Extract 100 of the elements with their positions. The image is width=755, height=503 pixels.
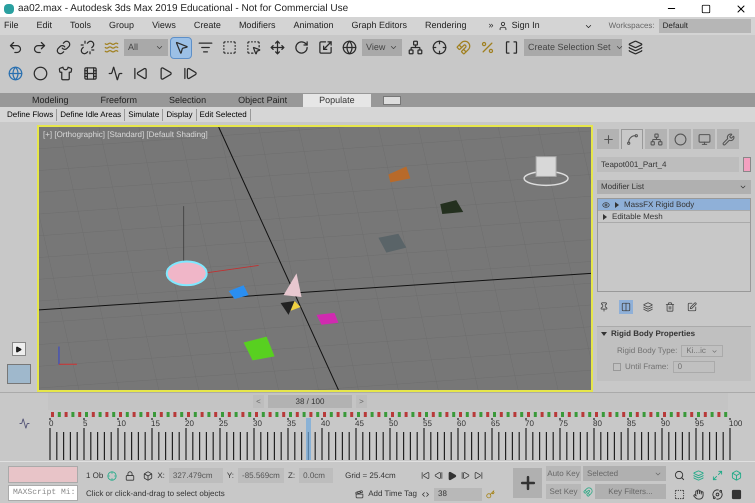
previous-frame-button[interactable]: < xyxy=(253,395,264,408)
scale-icon xyxy=(318,40,332,55)
menu-item[interactable]: Animation xyxy=(293,19,334,33)
ribbon-tab[interactable]: Populate xyxy=(303,94,371,107)
menu-item[interactable]: Rendering xyxy=(425,19,467,33)
maxscript-listener-field[interactable]: MAXScript Mi: xyxy=(8,485,78,501)
menu-item[interactable]: Graph Editors xyxy=(351,19,408,33)
play-icon xyxy=(15,346,22,352)
app-icon xyxy=(4,4,14,14)
stack-tool-button[interactable] xyxy=(619,300,633,314)
coordinate-label: Z: xyxy=(288,470,296,482)
z-coordinate-field[interactable]: 0.0cm xyxy=(299,468,334,483)
menu-overflow-button[interactable]: » xyxy=(488,19,494,33)
viewport-label[interactable]: [+] [Orthographic] [Standard] [Default Shading] xyxy=(43,129,208,141)
ribbon-panel-tab[interactable]: Edit Selected xyxy=(196,108,251,120)
command-panel-tab[interactable] xyxy=(645,129,667,149)
go-to-end-icon[interactable] xyxy=(474,471,483,480)
frame-label: 30 xyxy=(253,420,262,428)
ribbon-panel-tab[interactable]: Display xyxy=(163,108,197,120)
frame-label: 95 xyxy=(695,420,704,428)
viewport-layout-button[interactable] xyxy=(6,364,30,384)
object-name-field[interactable]: Teapot001_Part_4 xyxy=(597,157,739,172)
close-icon[interactable] xyxy=(735,2,747,14)
modifier-stack-item[interactable]: MassFX Rigid Body xyxy=(598,199,750,211)
set-keys-button[interactable] xyxy=(513,468,542,498)
orbit-icon[interactable] xyxy=(712,488,723,500)
ribbon-panel-tab[interactable]: Simulate xyxy=(125,108,164,120)
columns-icon xyxy=(621,302,631,312)
frame-label: 5 xyxy=(83,420,88,428)
ribbon-tab[interactable]: Object Paint xyxy=(222,94,304,107)
stack-tool-button[interactable] xyxy=(685,300,699,314)
select-by-name-icon xyxy=(198,40,212,55)
wrench-icon xyxy=(722,132,734,146)
maxscript-output-field[interactable] xyxy=(8,466,78,483)
lock-icon[interactable] xyxy=(125,470,136,480)
caret-icon xyxy=(739,183,747,191)
menu-item[interactable]: Group xyxy=(109,19,134,33)
menu-item[interactable]: Edit xyxy=(36,19,52,33)
ribbon-panel-tab[interactable]: Define Idle Areas xyxy=(57,108,126,120)
time-slider-thumb[interactable]: < 38 / 100 > xyxy=(253,395,367,408)
menu-item[interactable]: Create xyxy=(194,19,221,33)
viewport[interactable]: [+] [Orthographic] [Standard] [Default Shading] xyxy=(37,125,593,392)
stack-tool-button[interactable] xyxy=(641,300,655,314)
add-time-tag-button[interactable]: Add Time Tag xyxy=(355,488,417,500)
frame-label: 80 xyxy=(593,420,602,428)
frame-label: 60 xyxy=(457,420,466,428)
command-panel-tab[interactable] xyxy=(621,129,643,149)
frame-label: 65 xyxy=(491,420,500,428)
redo-icon xyxy=(32,40,46,55)
rollout-header[interactable]: Rigid Body Properties xyxy=(597,327,751,341)
current-frame-spinner[interactable]: 38 xyxy=(434,488,482,500)
hierarchy-icon xyxy=(650,132,662,146)
ribbon-tab[interactable]: Modeling xyxy=(16,94,85,107)
maximize-icon[interactable] xyxy=(701,4,711,14)
checkbox[interactable] xyxy=(613,363,621,371)
frame-label: 35 xyxy=(287,420,296,428)
ribbon-panel-tab[interactable]: Define Flows xyxy=(4,108,58,120)
x-coordinate-field[interactable]: 327.479cm xyxy=(168,468,223,483)
sign-in-button[interactable]: Sign In xyxy=(498,19,593,33)
next-frame-icon[interactable] xyxy=(461,471,470,480)
menu-item[interactable]: File xyxy=(4,19,19,33)
time-slider-track[interactable]: < 38 / 100 > xyxy=(48,393,728,410)
pan-icon[interactable] xyxy=(693,488,704,500)
edit-icon xyxy=(687,302,697,312)
command-panel-tab[interactable] xyxy=(717,129,739,149)
object-color-swatch[interactable] xyxy=(743,157,751,172)
unlink-icon xyxy=(80,40,94,55)
y-coordinate-field[interactable]: -85.569cm xyxy=(238,468,284,483)
command-panel-tab[interactable] xyxy=(693,129,715,149)
caret-icon xyxy=(389,43,398,52)
simulation-play-icon xyxy=(158,66,172,80)
zoom-region-icon[interactable] xyxy=(674,488,685,500)
command-panel-tab[interactable] xyxy=(597,129,619,149)
named-selection-dropdown[interactable]: Create Selection Set xyxy=(524,39,622,56)
zoom-icon[interactable] xyxy=(674,470,685,481)
command-panel-tab[interactable] xyxy=(669,129,691,149)
menu-item[interactable]: Modifiers xyxy=(238,19,276,33)
play-icon[interactable] xyxy=(447,470,457,480)
curve-editor-icon[interactable] xyxy=(18,418,30,429)
selection-filter-dropdown[interactable]: All xyxy=(124,39,168,56)
previous-frame-icon[interactable] xyxy=(434,471,443,480)
expand-toolbar-button[interactable] xyxy=(12,342,26,356)
reference-coordinate-dropdown[interactable]: View xyxy=(362,39,402,56)
frame-label: 45 xyxy=(355,420,364,428)
menu-item[interactable]: Tools xyxy=(70,19,92,33)
collapse-arrow-icon[interactable] xyxy=(601,331,607,337)
grid-size: Grid = 25.4cm xyxy=(345,470,396,482)
next-frame-button[interactable]: > xyxy=(356,395,367,408)
pin-icon xyxy=(599,302,609,312)
ribbon-tab[interactable]: Selection xyxy=(153,94,222,107)
go-to-start-icon[interactable] xyxy=(421,471,430,480)
modifier-stack-item[interactable]: Editable Mesh xyxy=(598,211,750,223)
select-object-button[interactable] xyxy=(170,36,192,58)
frame-label: 10 xyxy=(117,420,126,428)
eye-icon[interactable] xyxy=(602,200,610,208)
modifier-list-dropdown[interactable]: Modifier List xyxy=(597,180,751,194)
workspace-dropdown[interactable]: Default xyxy=(658,19,751,33)
stack-tool-button[interactable] xyxy=(663,300,677,314)
menu-item[interactable]: Views xyxy=(152,19,176,33)
ribbon-tab[interactable]: Freeform xyxy=(84,94,154,107)
